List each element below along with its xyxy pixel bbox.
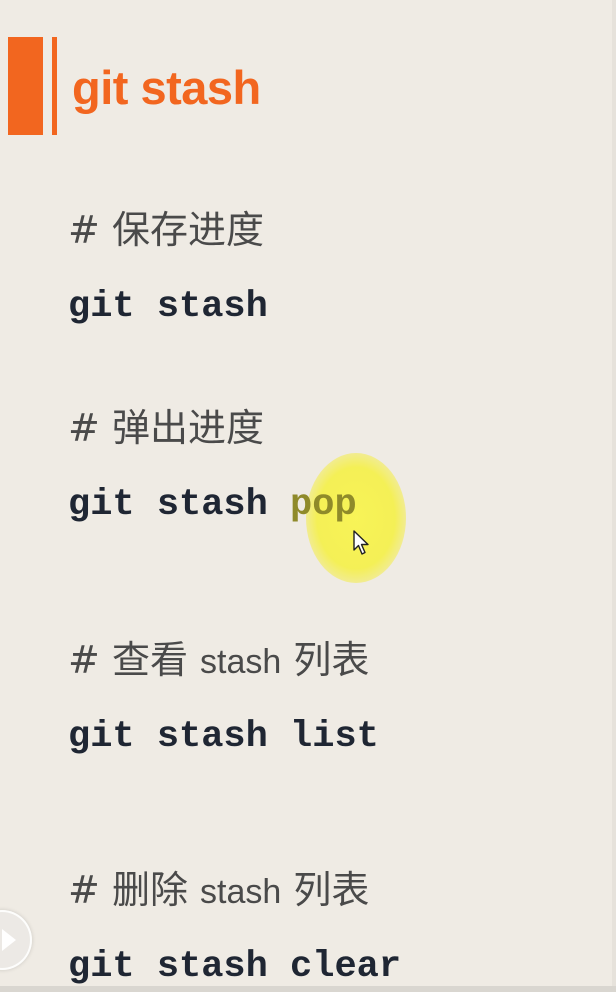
comment-hash: # [68, 406, 100, 450]
cursor-arrow-icon [353, 530, 369, 555]
comment-text-a: 删除 [111, 868, 188, 912]
comment-text-b: 列表 [293, 638, 370, 682]
command-git-stash-list: git stash list [68, 716, 379, 758]
command-prefix: git stash [68, 484, 291, 526]
slide-title: git stash [72, 61, 261, 114]
comment-hash: # [68, 868, 100, 912]
comment-latin: stash [200, 643, 282, 681]
comment-latin: stash [200, 873, 282, 911]
comment-delete-stash-list: # 删除 stash 列表 [68, 866, 369, 916]
command-git-stash-clear: git stash clear [68, 946, 402, 988]
comment-text: 弹出进度 [111, 406, 264, 450]
frame-right-edge [612, 0, 616, 992]
title-accent-bar-thin [52, 37, 57, 135]
comment-text-b: 列表 [293, 868, 370, 912]
comment-hash: # [68, 638, 100, 682]
comment-text-a: 查看 [111, 638, 188, 682]
play-button[interactable] [0, 910, 32, 970]
comment-save-progress: # 保存进度 [68, 206, 264, 254]
title-accent-bar-thick [8, 37, 43, 135]
comment-pop-progress: # 弹出进度 [68, 404, 264, 452]
command-highlight-pop: pop [290, 484, 357, 526]
comment-view-stash-list: # 查看 stash 列表 [68, 636, 369, 686]
comment-hash: # [68, 208, 100, 252]
play-icon [2, 929, 16, 951]
command-git-stash: git stash [68, 286, 268, 328]
command-git-stash-pop: git stash pop [68, 482, 357, 528]
comment-text: 保存进度 [111, 208, 264, 252]
frame-bottom-edge [0, 986, 616, 992]
